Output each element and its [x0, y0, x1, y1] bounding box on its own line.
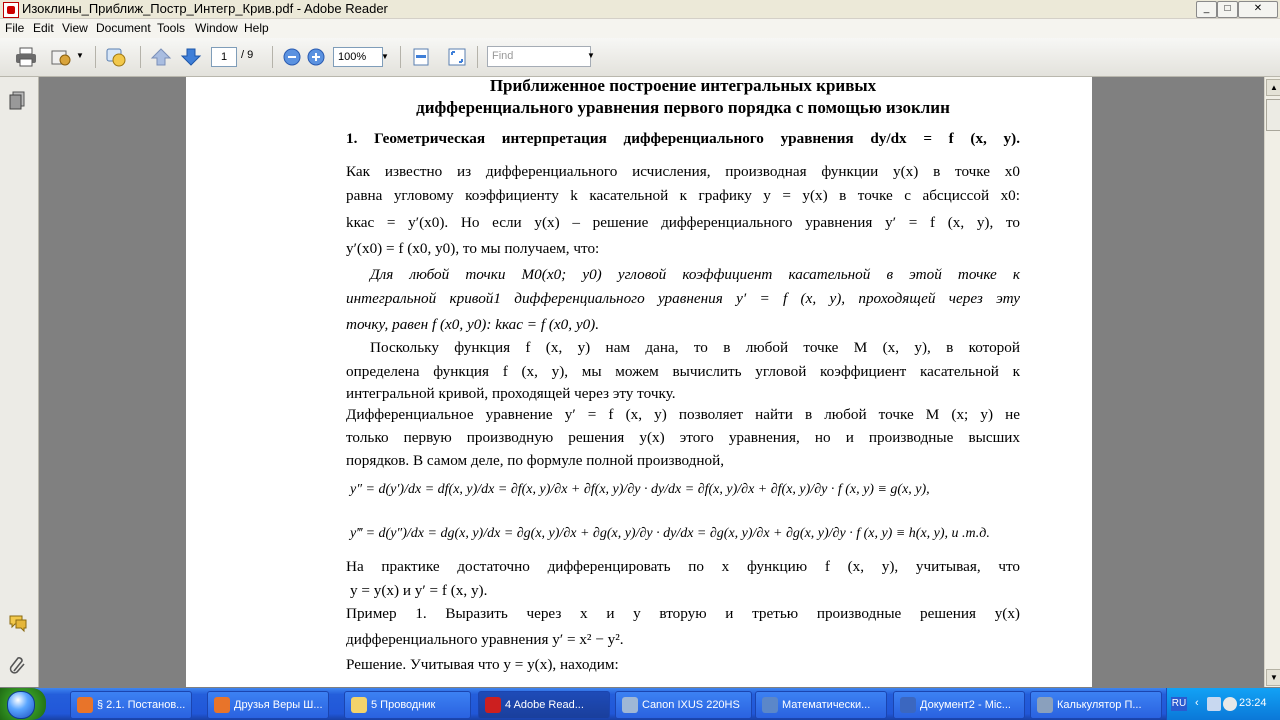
document-view[interactable]: Приближенное построение интегральных кри… — [39, 77, 1263, 687]
zoom-dropdown-icon[interactable]: ▼ — [379, 47, 391, 67]
windows-logo-icon — [7, 691, 35, 719]
doc-title-line2: дифференциального уравнения первого поря… — [416, 98, 950, 117]
section-heading: 1. Геометрическая интерпретация дифферен… — [346, 130, 1020, 147]
scroll-up-icon[interactable]: ▲ — [1266, 79, 1280, 96]
calculator-icon — [1037, 697, 1053, 713]
close-button[interactable]: ✕ — [1238, 1, 1278, 18]
word-document-icon — [762, 697, 778, 713]
text-line: Дифференциальное уравнение y′ = f (x, y)… — [346, 406, 1020, 423]
task-item[interactable]: Документ2 - Mic... — [893, 691, 1025, 719]
task-item-active[interactable]: 4 Adobe Read... — [478, 691, 610, 719]
text-line: Решение. Учитывая что y = y(x), находим: — [346, 656, 619, 673]
text-line: y′(x0) = f (x0, y0), то мы получаем, что… — [346, 240, 600, 257]
menu-tools[interactable]: Tools — [157, 21, 185, 35]
italic-text-line: Для любой точки M0(x0; y0) угловой коэфф… — [370, 266, 1020, 283]
text-line: определена функция f (x, y), мы можем вы… — [346, 363, 1020, 380]
clock[interactable]: 23:24 — [1239, 697, 1267, 709]
menu-window[interactable]: Window — [195, 21, 238, 35]
text-line: kкас = y′(x0). Но если y(x) – решение ди… — [346, 214, 1020, 231]
fit-width-icon[interactable] — [410, 47, 432, 67]
formula-line: y″ = d(y′)/dx = df(x, y)/dx = ∂f(x, y)/∂… — [350, 482, 930, 497]
italic-text-line: интегральной кривой1 дифференциального у… — [346, 290, 1020, 307]
zoom-out-icon[interactable] — [282, 47, 304, 67]
start-button[interactable] — [0, 688, 46, 720]
menu-view[interactable]: View — [62, 21, 88, 35]
text-line: y = y(x) и y′ = f (x, y). — [350, 582, 488, 599]
text-line: Как известно из дифференциального исчисл… — [346, 163, 1020, 180]
window-title: Изоклины_Приближ_Постр_Интегр_Крив.pdf -… — [22, 1, 388, 16]
task-item[interactable]: 5 Проводник — [344, 691, 471, 719]
minimize-button[interactable]: _ — [1196, 1, 1217, 18]
doc-title-line1: Приближенное построение интегральных кри… — [489, 77, 877, 95]
page-total: / 9 — [241, 49, 254, 61]
task-item[interactable]: § 2.1. Постанов... — [70, 691, 192, 719]
email-icon[interactable] — [50, 47, 72, 67]
camera-icon — [622, 697, 638, 713]
menu-document[interactable]: Document — [96, 21, 151, 35]
pdf-page: Приближенное построение интегральных кри… — [186, 77, 1092, 687]
menu-bar: File Edit View Document Tools Window Hel… — [0, 19, 1280, 38]
task-item[interactable]: Калькулятор П... — [1030, 691, 1162, 719]
text-line: порядков. В самом деле, по формуле полно… — [346, 452, 725, 469]
zoom-in-icon[interactable] — [306, 47, 328, 67]
network-icon[interactable] — [1207, 697, 1221, 711]
menu-help[interactable]: Help — [244, 21, 269, 35]
adobe-reader-icon — [485, 697, 501, 713]
pages-icon[interactable] — [8, 90, 28, 110]
menu-edit[interactable]: Edit — [33, 21, 54, 35]
text-line: дифференциального уравнения y′ = x² − y²… — [346, 631, 624, 648]
adobe-reader-icon — [3, 2, 19, 18]
firefox-icon — [77, 697, 93, 713]
text-line: Пример 1. Выразить через x и y вторую и … — [346, 605, 1020, 622]
print-icon[interactable] — [15, 47, 37, 67]
page-down-icon[interactable] — [180, 47, 202, 67]
attachments-icon[interactable] — [8, 655, 28, 675]
task-item[interactable]: Canon IXUS 220HS — [615, 691, 752, 719]
menu-file[interactable]: File — [5, 21, 24, 35]
vertical-scrollbar[interactable]: ▲ ▼ — [1264, 77, 1280, 687]
maximize-button[interactable]: □ — [1217, 1, 1238, 18]
review-icon[interactable] — [105, 47, 127, 67]
toolbar: ▼ — [0, 38, 1280, 77]
navigation-panel — [0, 77, 39, 687]
formula-line: y‴ = d(y″)/dx = dg(x, y)/dx = ∂g(x, y)/∂… — [350, 526, 990, 541]
text-line: равна угловому коэффициенту k касательно… — [346, 187, 1020, 204]
firefox-icon — [214, 697, 230, 713]
language-indicator[interactable]: RU — [1171, 697, 1187, 711]
zoom-select[interactable]: 100% — [333, 47, 383, 67]
fit-page-icon[interactable] — [446, 47, 468, 67]
title-bar: Изоклины_Приближ_Постр_Интегр_Крив.pdf -… — [0, 0, 1280, 19]
task-item[interactable]: Математически... — [755, 691, 887, 719]
text-line: На практике достаточно дифференцировать … — [346, 558, 1020, 575]
italic-text-line: точку, равен f (x0, y0): kкас = f (x0, y… — [346, 316, 600, 333]
text-line: Поскольку функция f (x, y) нам дана, то … — [370, 339, 1020, 356]
taskbar: § 2.1. Постанов... Друзья Веры Ш... 5 Пр… — [0, 688, 1280, 720]
word-document-icon — [900, 697, 916, 713]
scroll-thumb[interactable] — [1266, 99, 1280, 131]
folder-icon — [351, 697, 367, 713]
comments-icon[interactable] — [8, 613, 28, 633]
scroll-down-icon[interactable]: ▼ — [1266, 669, 1280, 686]
find-dropdown-icon[interactable]: ▼ — [587, 47, 597, 65]
find-input[interactable]: Find — [487, 46, 591, 67]
page-number-input[interactable]: 1 — [211, 47, 237, 67]
email-dropdown-icon[interactable]: ▼ — [76, 51, 84, 60]
volume-icon[interactable] — [1223, 697, 1237, 711]
page-up-icon[interactable] — [150, 47, 172, 67]
text-line: только первую производную решения y(x) э… — [346, 429, 1020, 446]
text-line: интегральной кривой, проходящей через эт… — [346, 385, 676, 402]
system-tray: RU ‹ 23:24 — [1166, 688, 1280, 720]
task-item[interactable]: Друзья Веры Ш... — [207, 691, 329, 719]
